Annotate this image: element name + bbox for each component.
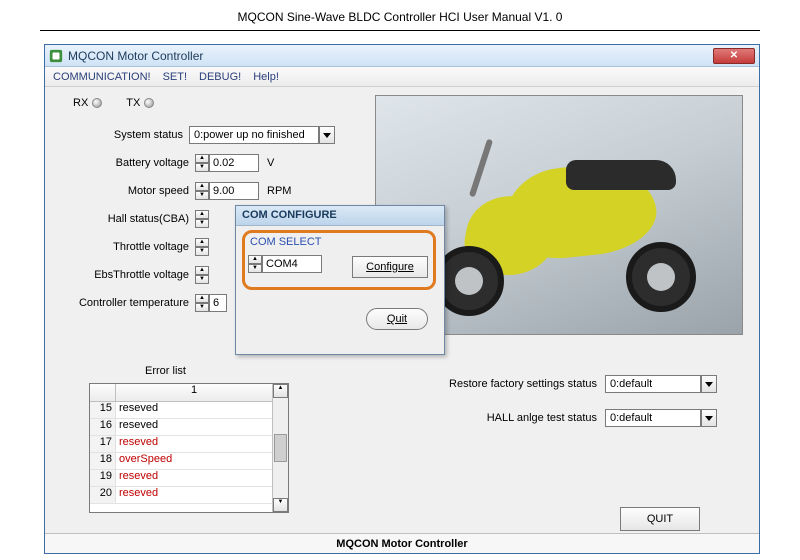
configure-button[interactable]: Configure (352, 256, 428, 278)
restore-status-select[interactable]: 0:default (605, 375, 717, 393)
label-hall-test-status: HALL anlge test status (435, 412, 605, 424)
spin-down-icon[interactable]: ▼ (195, 191, 209, 200)
label-throttle-voltage: Throttle voltage (55, 241, 195, 253)
scroll-down-icon[interactable]: ▼ (273, 498, 288, 512)
spin-up-icon[interactable]: ▲ (195, 294, 209, 303)
com-configure-dialog: COM CONFIGURE COM SELECT ▲▼ Configure Qu… (235, 205, 445, 355)
quit-button[interactable]: QUIT (620, 507, 700, 531)
error-list: 1 15reseved16reseved17reseved18overSpeed… (89, 383, 289, 513)
led-icon (144, 98, 154, 108)
chevron-down-icon[interactable] (319, 126, 335, 144)
system-status-select[interactable]: 0:power up no finished (189, 126, 335, 144)
rx-indicator: RX (73, 97, 102, 109)
scroll-thumb[interactable] (274, 434, 287, 462)
spin-up-icon[interactable]: ▲ (195, 266, 209, 275)
unit-rpm: RPM (267, 185, 291, 197)
error-list-row[interactable]: 20reseved (90, 487, 272, 504)
battery-voltage-input[interactable] (209, 154, 259, 172)
label-motor-speed: Motor speed (55, 185, 195, 197)
menubar: COMMUNICATION! SET! DEBUG! Help! (45, 67, 759, 87)
status-panel: Restore factory settings status 0:defaul… (435, 367, 745, 435)
spin-down-icon[interactable]: ▼ (195, 303, 209, 312)
spin-down-icon[interactable]: ▼ (248, 264, 262, 273)
spin-up-icon[interactable]: ▲ (195, 210, 209, 219)
menu-communication[interactable]: COMMUNICATION! (53, 71, 151, 83)
error-list-title: Error list (145, 365, 186, 377)
spin-down-icon[interactable]: ▼ (195, 163, 209, 172)
label-hall-status: Hall status(CBA) (55, 213, 195, 225)
com-select-label: COM SELECT (250, 236, 436, 248)
label-restore-status: Restore factory settings status (435, 378, 605, 390)
menu-help[interactable]: Help! (253, 71, 279, 83)
spin-up-icon[interactable]: ▲ (195, 238, 209, 247)
dialog-quit-button[interactable]: Quit (366, 308, 428, 330)
controller-temperature-input[interactable] (209, 294, 227, 312)
tx-indicator: TX (126, 97, 154, 109)
motor-speed-input[interactable] (209, 182, 259, 200)
window-title: MQCON Motor Controller (68, 49, 713, 63)
dialog-title: COM CONFIGURE (236, 206, 444, 226)
error-list-row[interactable]: 17reseved (90, 436, 272, 453)
label-ebs-throttle-voltage: EbsThrottle voltage (55, 269, 195, 281)
scrollbar[interactable]: ▲ ▼ (272, 384, 288, 512)
doc-title: MQCON Sine-Wave BLDC Controller HCI User… (0, 0, 800, 30)
led-icon (92, 98, 102, 108)
scroll-up-icon[interactable]: ▲ (273, 384, 288, 398)
menu-set[interactable]: SET! (163, 71, 187, 83)
unit-v: V (267, 157, 274, 169)
label-battery-voltage: Battery voltage (55, 157, 195, 169)
error-list-row[interactable]: 18overSpeed (90, 453, 272, 470)
spin-down-icon[interactable]: ▼ (195, 247, 209, 256)
app-window: MQCON Motor Controller ✕ COMMUNICATION! … (44, 44, 760, 554)
error-list-header: 1 (90, 384, 272, 402)
spin-up-icon[interactable]: ▲ (248, 255, 262, 264)
menu-debug[interactable]: DEBUG! (199, 71, 241, 83)
footer: MQCON Motor Controller (45, 533, 759, 553)
client-area: RX TX System status 0:power up no finish… (45, 87, 759, 553)
hall-test-status-select[interactable]: 0:default (605, 409, 717, 427)
error-list-row[interactable]: 19reseved (90, 470, 272, 487)
chevron-down-icon[interactable] (701, 375, 717, 393)
spin-up-icon[interactable]: ▲ (195, 182, 209, 191)
titlebar: MQCON Motor Controller ✕ (45, 45, 759, 67)
close-button[interactable]: ✕ (713, 48, 755, 64)
app-icon (49, 49, 63, 63)
error-list-row[interactable]: 15reseved (90, 402, 272, 419)
spin-down-icon[interactable]: ▼ (195, 219, 209, 228)
com-select-input[interactable] (262, 255, 322, 273)
label-system-status: System status (55, 129, 189, 141)
label-controller-temperature: Controller temperature (55, 297, 195, 309)
spin-down-icon[interactable]: ▼ (195, 275, 209, 284)
spin-up-icon[interactable]: ▲ (195, 154, 209, 163)
error-list-row[interactable]: 16reseved (90, 419, 272, 436)
chevron-down-icon[interactable] (701, 409, 717, 427)
doc-rule (40, 30, 760, 31)
